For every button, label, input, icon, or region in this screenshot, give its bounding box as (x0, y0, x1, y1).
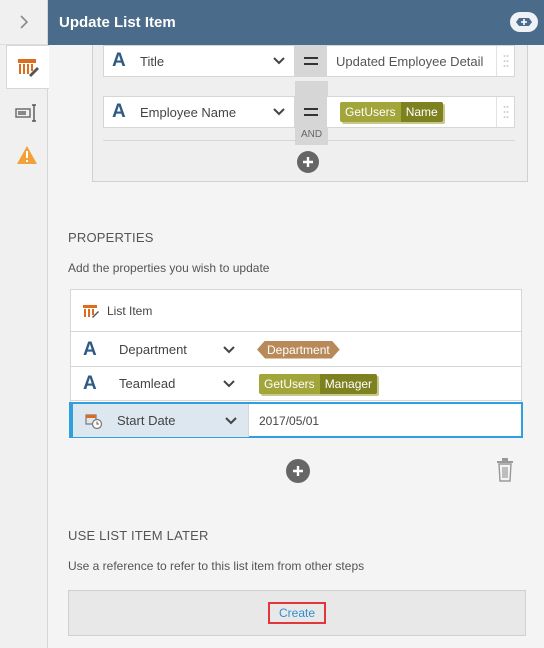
criteria-row-title: A Title Updated Employee Detail (103, 45, 515, 77)
variable-token[interactable]: GetUsers Name (340, 102, 443, 122)
drag-handle-icon[interactable] (496, 97, 514, 127)
property-field-label: Teamlead (119, 376, 176, 391)
add-criteria-button[interactable] (297, 151, 319, 173)
criteria-divider (103, 140, 515, 141)
reference-tag[interactable]: Department (257, 341, 340, 359)
criteria-field-select[interactable]: A Title (104, 46, 294, 76)
token-source: GetUsers (259, 373, 320, 394)
rail-item-list-item[interactable] (6, 45, 49, 89)
expand-rail-button[interactable] (0, 0, 47, 45)
later-title: USE LIST ITEM LATER (68, 528, 209, 543)
rail-item-warnings[interactable] (6, 133, 48, 177)
property-field-select[interactable]: A Department (71, 333, 246, 366)
variable-token[interactable]: GetUsers Manager (259, 373, 378, 394)
date-field-icon (85, 413, 103, 429)
equals-operator[interactable] (294, 45, 327, 77)
add-icon (516, 18, 532, 26)
property-row-start-date: Start Date (69, 402, 523, 438)
textbox-icon (15, 104, 36, 122)
chevron-right-icon (19, 15, 28, 29)
property-value[interactable]: Department (257, 333, 340, 366)
panel-header: Update List Item (48, 0, 544, 45)
property-field-select[interactable]: A Teamlead (71, 367, 246, 400)
property-value[interactable]: GetUsers Manager (259, 367, 378, 400)
rail-item-textbox[interactable] (6, 91, 48, 135)
property-row-department: A Department Department (71, 333, 521, 367)
criteria-row-employee-name: A Employee Name GetUsers Name (103, 96, 515, 128)
plus-icon (293, 466, 303, 476)
properties-table: List Item A Department Department A Team… (69, 289, 523, 438)
field-divider (248, 404, 249, 437)
equals-icon (303, 108, 318, 116)
create-link[interactable]: Create (267, 602, 327, 624)
delete-button[interactable] (496, 458, 514, 485)
trash-icon (497, 458, 513, 482)
equals-operator[interactable] (294, 96, 327, 128)
properties-description: Add the properties you wish to update (68, 261, 270, 275)
chevron-down-icon (273, 108, 285, 116)
text-field-icon: A (112, 50, 126, 71)
chevron-down-icon (223, 380, 235, 388)
chevron-down-icon (223, 346, 235, 354)
token-source: GetUsers (340, 102, 401, 122)
criteria-field-select[interactable]: A Employee Name (104, 97, 294, 127)
list-item-edit-icon (18, 59, 39, 77)
add-property-button[interactable] (286, 459, 310, 483)
token-field: Name (400, 102, 443, 122)
property-value (259, 404, 519, 437)
text-field-icon: A (112, 101, 126, 122)
text-field-icon: A (83, 372, 97, 394)
plus-icon (303, 157, 313, 167)
later-description: Use a reference to refer to this list it… (68, 559, 365, 573)
create-reference-box: Create (68, 590, 526, 636)
criteria-value-input[interactable]: GetUsers Name (340, 97, 443, 127)
chevron-down-icon (225, 417, 237, 425)
property-row-teamlead: A Teamlead GetUsers Manager (71, 367, 521, 401)
left-rail (0, 0, 49, 648)
and-label: AND (295, 126, 328, 144)
start-date-input[interactable] (259, 413, 519, 428)
text-field-icon: A (83, 338, 97, 360)
property-field-label: Start Date (117, 413, 176, 428)
criteria-field-label: Title (140, 53, 165, 69)
properties-header: List Item (71, 290, 521, 332)
list-item-icon (83, 304, 99, 318)
property-field-label: Department (119, 342, 187, 357)
properties-header-label: List Item (107, 303, 153, 318)
criteria-field-label: Employee Name (140, 104, 237, 120)
add-action-button[interactable] (510, 12, 538, 32)
panel-title: Update List Item (59, 14, 176, 31)
warning-icon (17, 146, 37, 164)
equals-icon (303, 57, 318, 65)
drag-handle-icon[interactable] (496, 46, 514, 76)
filter-criteria-panel: AND A Title Updated Employee Detail A Em… (92, 45, 528, 182)
property-field-select[interactable]: Start Date (73, 404, 248, 437)
criteria-value-input[interactable]: Updated Employee Detail (336, 46, 483, 76)
token-field: Manager (319, 373, 378, 394)
chevron-down-icon (273, 57, 285, 65)
properties-title: PROPERTIES (68, 230, 154, 245)
